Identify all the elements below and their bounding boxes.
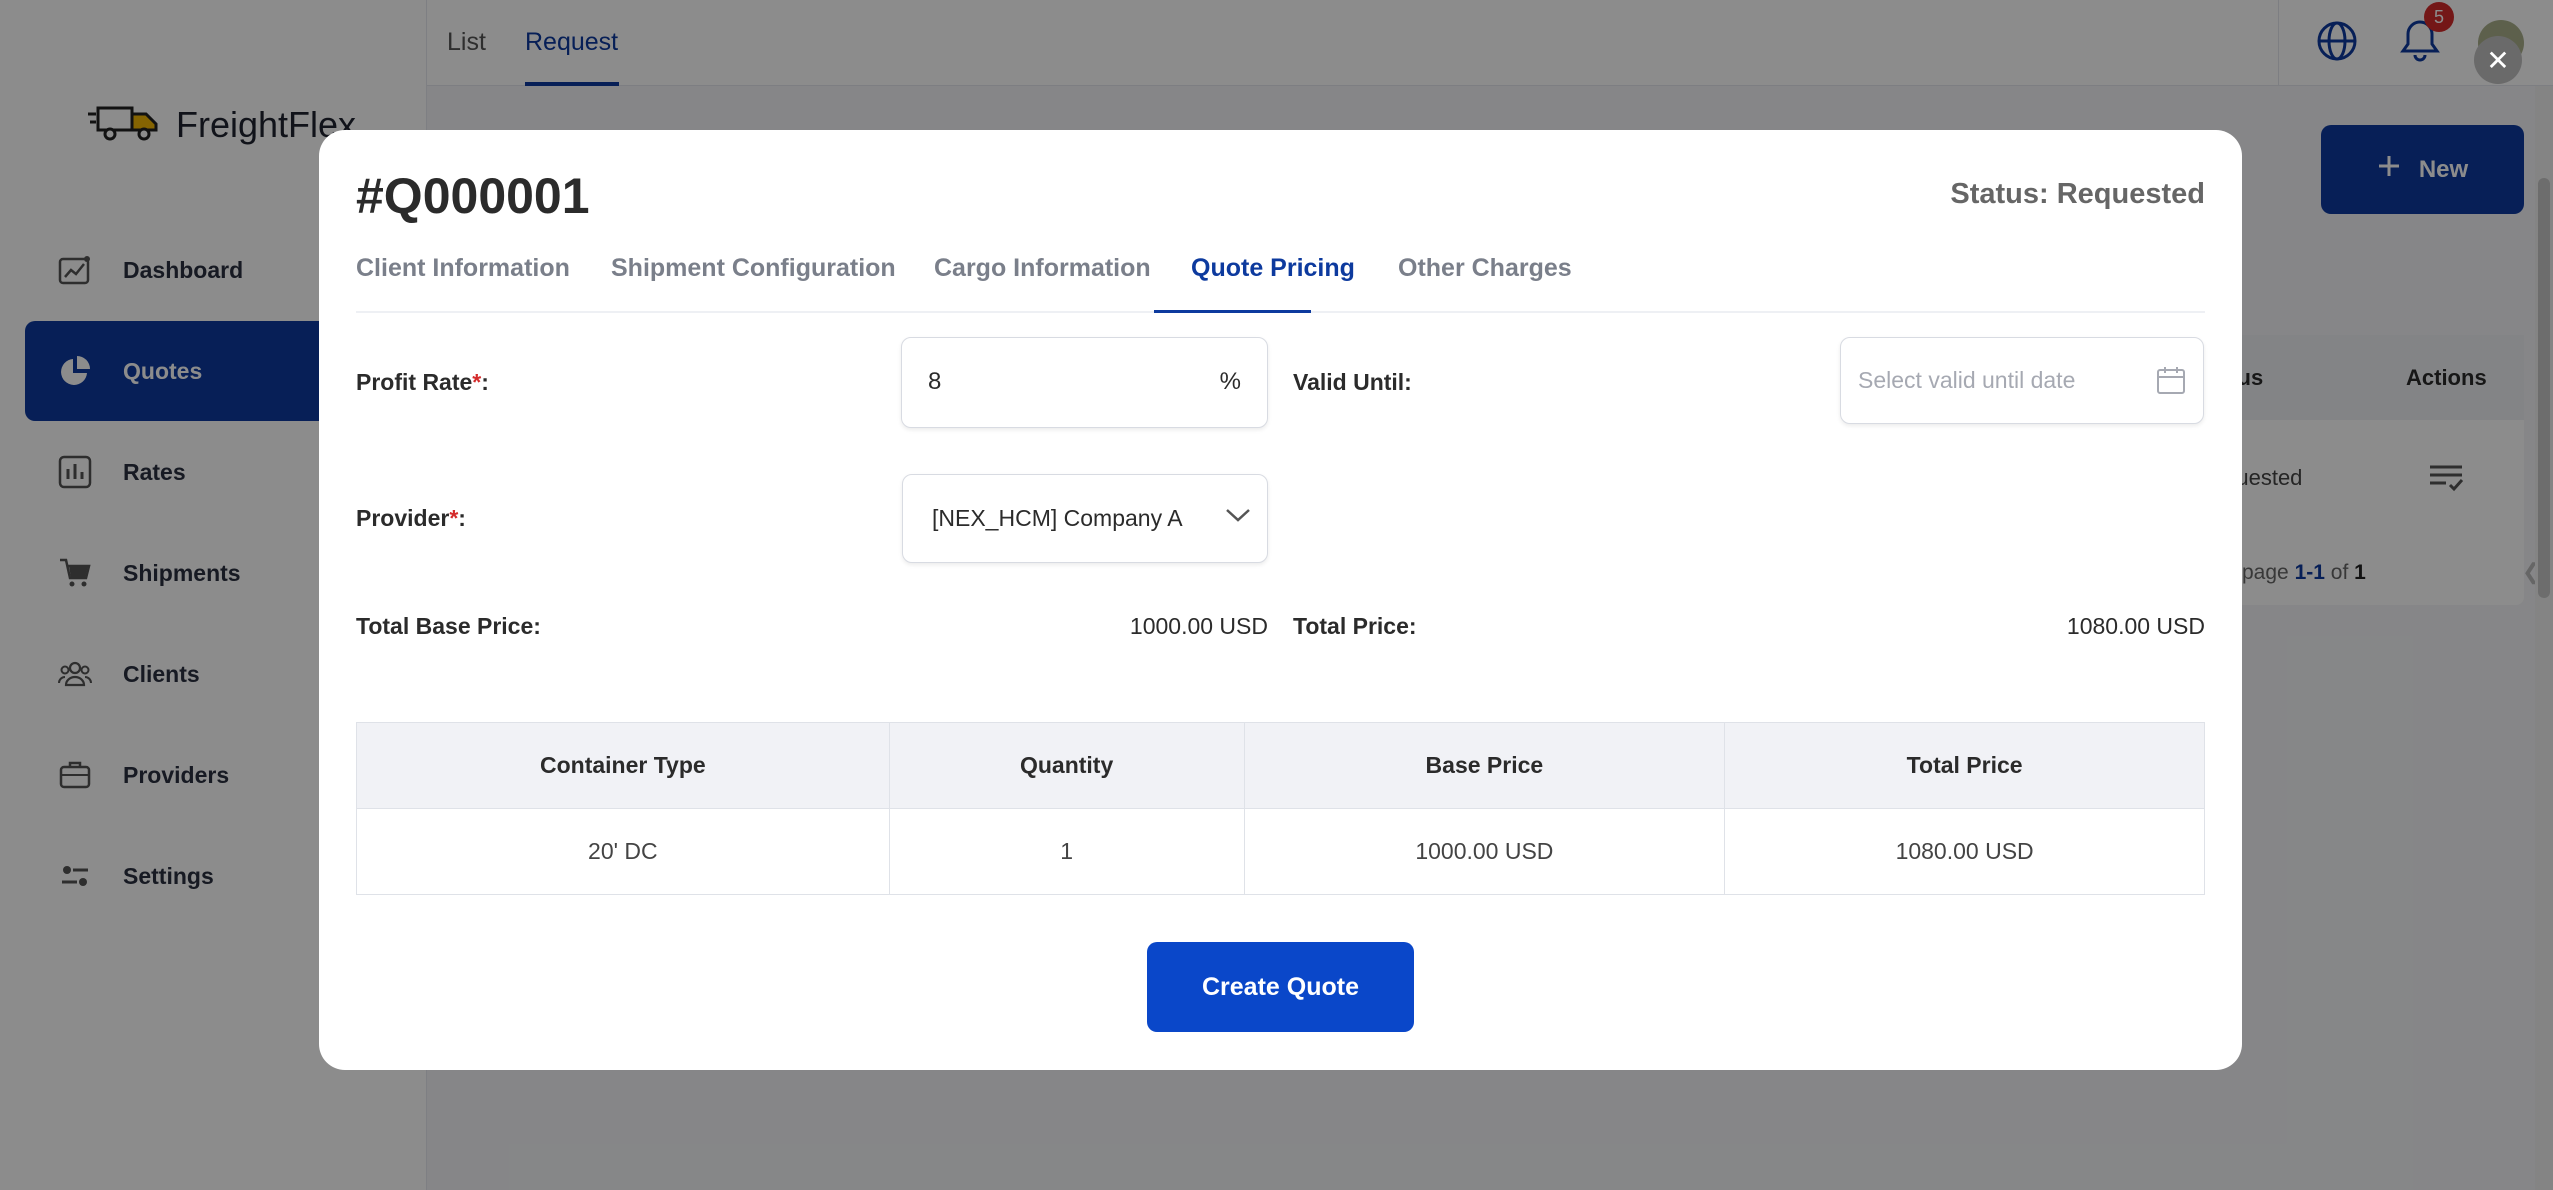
total-base-price-label: Total Base Price: [356, 613, 541, 639]
create-quote-button[interactable]: Create Quote [1147, 942, 1414, 1032]
provider-select[interactable]: [NEX_HCM] Company A [902, 474, 1268, 563]
tab-other-charges[interactable]: Other Charges [1398, 254, 1572, 283]
column-quantity: Quantity [888, 722, 1245, 809]
profit-rate-value: 8 [928, 368, 942, 395]
percent-unit: % [1219, 368, 1241, 395]
profit-rate-label: Profit Rate*: [356, 369, 489, 396]
modal-tabs: Client Information Shipment Configuratio… [356, 254, 2205, 313]
required-mark: * [472, 369, 482, 395]
column-total-price: Total Price [1724, 722, 2205, 809]
total-price-value: 1080.00 USD [2066, 613, 2205, 639]
calendar-icon [2156, 365, 2186, 400]
label-colon: : [481, 369, 489, 395]
tab-shipment-configuration[interactable]: Shipment Configuration [611, 254, 896, 283]
required-mark: * [449, 505, 459, 531]
cell-container-type: 20' DC [356, 808, 890, 895]
cell-base-price: 1000.00 USD [1243, 808, 1726, 895]
active-tab-indicator [1154, 310, 1311, 313]
valid-until-label: Valid Until: [1293, 369, 1412, 395]
close-icon[interactable]: ✕ [2474, 36, 2522, 84]
tab-client-information[interactable]: Client Information [356, 254, 570, 283]
modal-title: #Q000001 [356, 168, 590, 224]
valid-until-date-picker[interactable]: Select valid until date [1840, 337, 2204, 424]
container-pricing-table: Container Type Quantity Base Price Total… [356, 722, 2205, 895]
cell-total-price: 1080.00 USD [1724, 808, 2205, 895]
total-base-price-value: 1000.00 USD [1129, 613, 1268, 639]
status-badge: Status: Requested [1950, 178, 2205, 210]
provider-selected-value: [NEX_HCM] Company A [932, 505, 1183, 531]
cell-quantity: 1 [888, 808, 1245, 895]
quote-modal: #Q000001 Status: Requested Client Inform… [319, 130, 2242, 1070]
column-base-price: Base Price [1243, 722, 1726, 809]
chevron-down-icon [1225, 507, 1251, 528]
tab-quote-pricing[interactable]: Quote Pricing [1191, 254, 1355, 283]
profit-rate-input[interactable]: 8 % [901, 337, 1268, 428]
label-colon: : [458, 505, 466, 531]
total-price-label: Total Price: [1293, 613, 1417, 639]
provider-label: Provider*: [356, 505, 466, 532]
valid-until-placeholder: Select valid until date [1858, 367, 2076, 393]
profit-rate-label-text: Profit Rate [356, 369, 473, 395]
table-header-row: Container Type Quantity Base Price Total… [356, 722, 2205, 809]
table-row: 20' DC 1 1000.00 USD 1080.00 USD [356, 808, 2205, 895]
column-container-type: Container Type [356, 722, 890, 809]
tab-cargo-information[interactable]: Cargo Information [934, 254, 1151, 283]
provider-label-text: Provider [356, 505, 450, 531]
